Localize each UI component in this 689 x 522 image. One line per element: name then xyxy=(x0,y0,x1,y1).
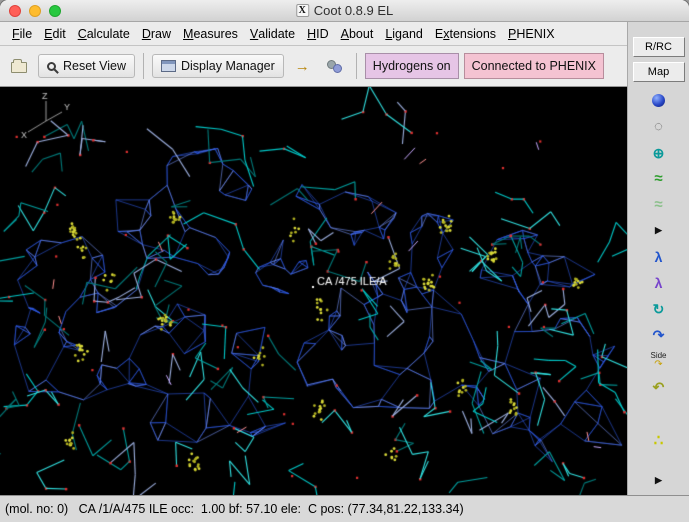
bottom-expander-icon[interactable]: ▶ xyxy=(655,472,662,489)
rrc-label: R/RC xyxy=(645,41,672,53)
reset-view-button[interactable]: Reset View xyxy=(38,54,135,78)
sidebar-icon-column: ◌ ⊕ ≈ ≈ ▶ λ λ ↻ ↷ Side ↷ ↶ ∴ ▶ xyxy=(628,82,689,495)
display-icon xyxy=(161,60,176,72)
atoms-icon xyxy=(326,59,343,73)
menu-calculate[interactable]: Calculate xyxy=(72,22,136,45)
traffic-lights xyxy=(9,4,61,17)
side-chain-flip-icon[interactable]: Side ↷ xyxy=(650,351,666,369)
magnifier-icon xyxy=(47,61,56,71)
rigid-body-fit-icon[interactable]: ⊕ xyxy=(653,144,665,161)
hydrogens-toggle[interactable]: Hydrogens on xyxy=(364,53,459,79)
molecular-viewport[interactable] xyxy=(0,87,627,495)
status-text: (mol. no: 0) CA /1/A/475 ILE occ: 1.00 b… xyxy=(5,502,464,516)
go-to-ligand-button[interactable] xyxy=(321,55,348,77)
real-space-refine-icon[interactable]: ≈ xyxy=(654,170,662,187)
minimize-button[interactable] xyxy=(29,4,41,17)
menu-phenix[interactable]: P HENIX xyxy=(502,22,561,45)
menu-ligand[interactable]: Ligand xyxy=(379,22,429,45)
x11-icon: X xyxy=(295,4,309,17)
hydrogens-label: Hydrogens on xyxy=(372,59,451,73)
zoom-button[interactable] xyxy=(49,4,61,17)
auto-fit-rotamer-icon[interactable]: λ xyxy=(655,274,663,291)
menubar: File Edit Calculate Draw Measures Validate H ID… xyxy=(0,22,627,46)
rrc-button[interactable]: R/RC xyxy=(632,37,685,57)
display-manager-button[interactable]: Display Manager xyxy=(152,54,284,78)
menu-extensions[interactable]: Ex tensions xyxy=(429,22,502,45)
statusbar: (mol. no: 0) CA /1/A/475 ILE occ: 1.00 b… xyxy=(0,495,689,522)
add-alt-conf-icon[interactable]: ∴ xyxy=(654,432,664,449)
jed-flip-icon[interactable]: ↶ xyxy=(653,378,665,395)
go-to-atom-button[interactable]: → xyxy=(290,55,315,78)
go-to-atom-icon: → xyxy=(294,57,310,75)
display-manager-label: Display Manager xyxy=(181,59,275,73)
phenix-connection-badge[interactable]: Connected to PHENIX xyxy=(463,53,604,79)
map-label: Map xyxy=(647,66,670,78)
window-title: Coot 0.8.9 EL xyxy=(313,3,394,18)
rotamers-icon[interactable]: λ xyxy=(655,248,663,265)
toolbar: Reset View Display Manager → Hydrogens o… xyxy=(0,46,627,87)
expander-icon[interactable]: ▶ xyxy=(655,222,662,239)
menu-draw[interactable]: Draw xyxy=(136,22,177,45)
menu-about[interactable]: About xyxy=(335,22,380,45)
modelling-sidebar: R/RC Map ◌ ⊕ ≈ ≈ ▶ λ λ ↻ ↷ Side ↷ ↶ ∴ ▶ xyxy=(627,22,689,495)
folder-icon xyxy=(11,59,27,73)
menu-hid[interactable]: H ID xyxy=(301,22,335,45)
menu-validate[interactable]: Validate xyxy=(244,22,301,45)
phenix-label: Connected to PHENIX xyxy=(471,59,596,73)
regularize-zone-icon[interactable]: ≈ xyxy=(654,196,662,213)
flip-peptide-icon[interactable]: ↷ xyxy=(653,326,665,343)
dotted-circle-icon[interactable]: ◌ xyxy=(654,118,663,135)
open-file-button[interactable] xyxy=(6,55,32,77)
menu-edit[interactable]: Edit xyxy=(38,22,72,45)
reset-view-label: Reset View xyxy=(63,59,126,73)
coot-window: X Coot 0.8.9 EL File Edit Calculate Draw Mea… xyxy=(0,0,689,522)
map-button[interactable]: Map xyxy=(632,62,685,82)
blue-sphere-icon[interactable] xyxy=(652,92,665,109)
toolbar-separator xyxy=(355,53,357,79)
titlebar: X Coot 0.8.9 EL xyxy=(0,0,689,22)
menu-measures[interactable]: Measures xyxy=(177,22,244,45)
menu-file[interactable]: File xyxy=(6,22,38,45)
title-center: X Coot 0.8.9 EL xyxy=(295,0,394,21)
rotate-translate-icon[interactable]: ↻ xyxy=(653,300,665,317)
close-button[interactable] xyxy=(9,4,21,17)
toolbar-separator xyxy=(143,53,144,79)
